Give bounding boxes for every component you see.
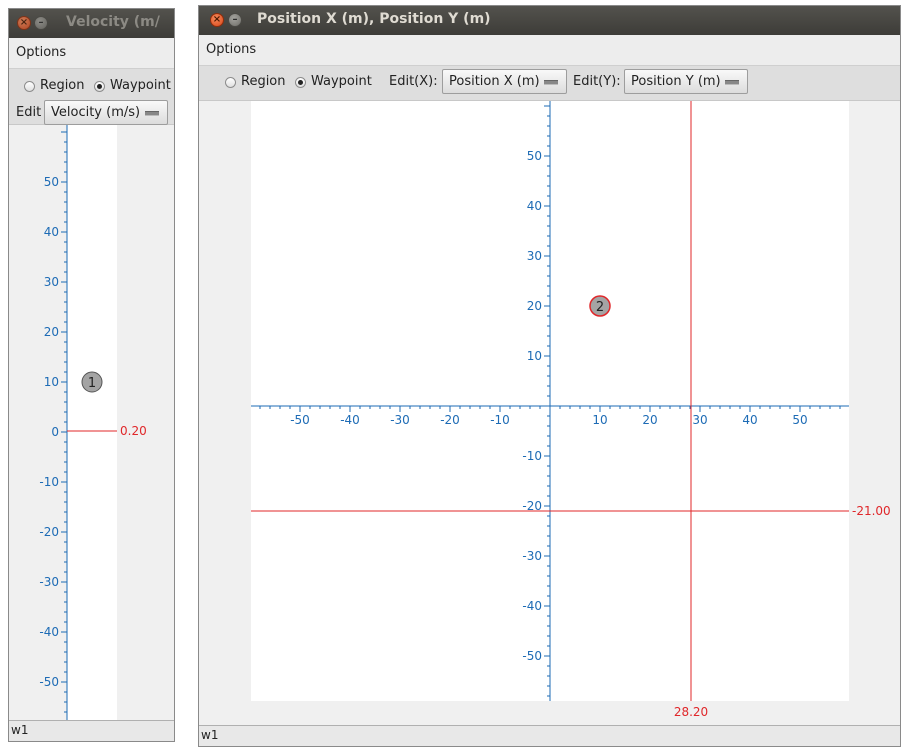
x-tick-label: 50 bbox=[792, 413, 807, 427]
minimize-icon[interactable]: – bbox=[34, 16, 48, 30]
menubar: Options bbox=[199, 35, 900, 66]
region-radio-label: Region bbox=[40, 78, 85, 93]
menubar: Options bbox=[9, 38, 174, 69]
velocity-tick-label: 20 bbox=[44, 325, 59, 339]
velocity-tick-label: 30 bbox=[44, 275, 59, 289]
velocity-tick-label: 50 bbox=[44, 175, 59, 189]
velocity-tick-label: -40 bbox=[39, 625, 59, 639]
x-tick-label: 10 bbox=[592, 413, 607, 427]
y-tick-label: -50 bbox=[522, 649, 542, 663]
velocity-tick-label: 10 bbox=[44, 375, 59, 389]
minimize-icon[interactable]: – bbox=[228, 13, 242, 27]
x-tick-label: -30 bbox=[390, 413, 410, 427]
status-bar: w1 bbox=[9, 720, 174, 741]
waypoint-radio-label: Waypoint bbox=[311, 74, 372, 89]
status-text: w1 bbox=[11, 723, 29, 737]
cursor-x-label: 28.20 bbox=[674, 705, 708, 719]
y-tick-label: -30 bbox=[522, 549, 542, 563]
velocity-tick-label: -50 bbox=[39, 675, 59, 689]
position-toolbar: Region Waypoint Edit(X): Position X (m) … bbox=[199, 66, 900, 101]
velocity-tick-label: -20 bbox=[39, 525, 59, 539]
y-tick-label: 50 bbox=[527, 149, 542, 163]
velocity-tick-label: -30 bbox=[39, 575, 59, 589]
velocity-axis-plot[interactable]: 50 40 30 20 10 0 -10 -20 -30 -40 -50 0.20 1 bbox=[9, 125, 175, 722]
dropdown-arrow-icon bbox=[145, 111, 159, 116]
velocity-tick-label: -10 bbox=[39, 475, 59, 489]
y-tick-label: 10 bbox=[527, 349, 542, 363]
dropdown-arrow-icon bbox=[725, 80, 739, 85]
x-tick-label: -10 bbox=[490, 413, 510, 427]
edit-y-dropdown-value: Position Y (m) bbox=[631, 74, 721, 89]
x-tick-label: -20 bbox=[440, 413, 460, 427]
region-radio[interactable] bbox=[24, 81, 35, 92]
velocity-tick-label: 0 bbox=[51, 425, 59, 439]
status-bar: w1 bbox=[199, 725, 900, 746]
velocity-window-titlebar[interactable]: × – Velocity (m/ bbox=[9, 9, 174, 38]
edit-label: Edit bbox=[16, 105, 42, 120]
region-radio-label: Region bbox=[241, 74, 286, 89]
window-title: Velocity (m/ bbox=[66, 14, 160, 30]
options-menu[interactable]: Options bbox=[206, 42, 256, 57]
y-tick-label: 30 bbox=[527, 249, 542, 263]
x-tick-label: 30 bbox=[692, 413, 707, 427]
edit-x-dropdown-value: Position X (m) bbox=[449, 74, 540, 89]
y-tick-label: -10 bbox=[522, 449, 542, 463]
waypoint-radio[interactable] bbox=[295, 77, 306, 88]
position-axis-plot[interactable]: 5040302010-10-20-30-40-50-50 -40 -30 -20 -10… bbox=[199, 101, 900, 726]
waypoint-radio-label: Waypoint bbox=[110, 78, 171, 93]
y-tick-label: 20 bbox=[527, 299, 542, 313]
x-tick-label: -40 bbox=[340, 413, 360, 427]
x-tick-label: 20 bbox=[642, 413, 657, 427]
edit-x-dropdown[interactable]: Position X (m) bbox=[442, 69, 567, 94]
velocity-toolbar: Region Waypoint Edit Velocity (m/s) bbox=[9, 69, 174, 125]
status-text: w1 bbox=[201, 728, 219, 742]
close-icon[interactable]: × bbox=[210, 13, 224, 27]
edit-dropdown-value: Velocity (m/s) bbox=[51, 105, 141, 120]
x-tick-label: 40 bbox=[742, 413, 757, 427]
waypoint-marker-label: 1 bbox=[88, 376, 96, 391]
x-tick-label: -50 bbox=[290, 413, 310, 427]
window-title: Position X (m), Position Y (m) bbox=[257, 11, 491, 27]
edit-x-label: Edit(X): bbox=[389, 74, 438, 89]
waypoint-marker-label: 2 bbox=[596, 300, 604, 315]
velocity-window: × – Velocity (m/ Options Region Waypoint… bbox=[8, 8, 175, 742]
position-window: × – Position X (m), Position Y (m) Optio… bbox=[198, 5, 901, 747]
waypoint-radio[interactable] bbox=[94, 81, 105, 92]
cursor-y-label: -21.00 bbox=[852, 504, 891, 518]
edit-y-label: Edit(Y): bbox=[573, 74, 621, 89]
velocity-cursor-label: 0.20 bbox=[120, 424, 147, 438]
edit-dropdown[interactable]: Velocity (m/s) bbox=[44, 100, 168, 125]
dropdown-arrow-icon bbox=[544, 80, 558, 85]
y-tick-label: -40 bbox=[522, 599, 542, 613]
velocity-tick-label: 40 bbox=[44, 225, 59, 239]
y-tick-label: 40 bbox=[527, 199, 542, 213]
position-window-titlebar[interactable]: × – Position X (m), Position Y (m) bbox=[199, 6, 900, 35]
region-radio[interactable] bbox=[225, 77, 236, 88]
options-menu[interactable]: Options bbox=[16, 45, 66, 60]
edit-y-dropdown[interactable]: Position Y (m) bbox=[624, 69, 748, 94]
close-icon[interactable]: × bbox=[17, 16, 31, 30]
